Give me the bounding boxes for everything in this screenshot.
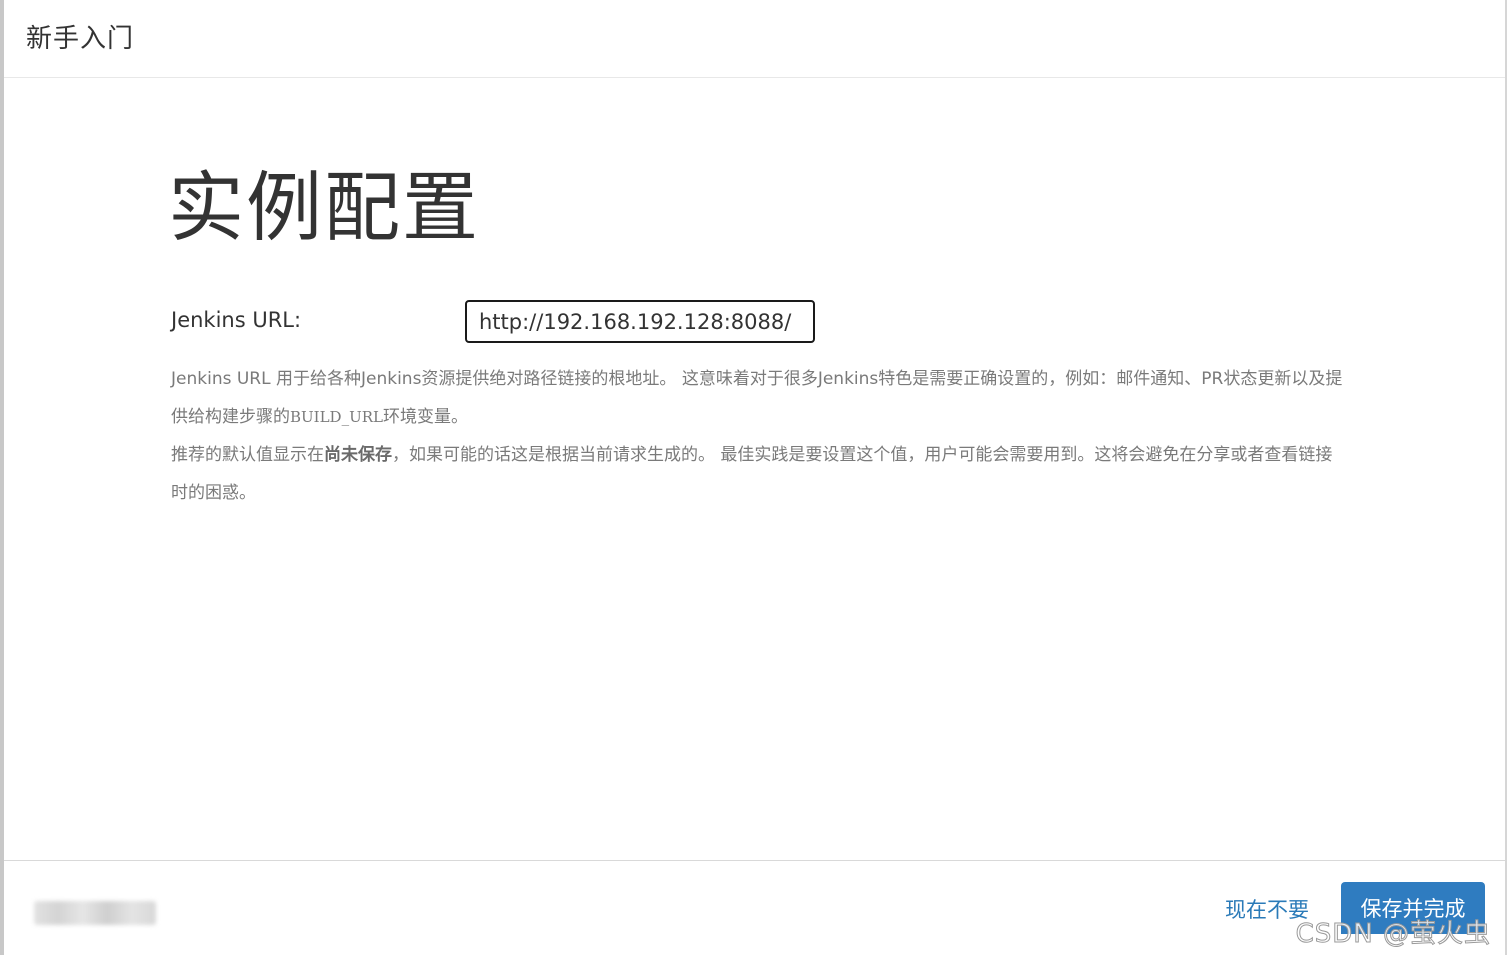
setup-wizard-dialog: 新手入门 实例配置 Jenkins URL: Jenkins URL 用于给各种… [0, 0, 1507, 955]
jenkins-url-label: Jenkins URL: [171, 308, 302, 332]
page-title: 实例配置 [168, 163, 480, 252]
jenkins-url-input[interactable] [465, 300, 815, 343]
help-paragraph-2: 推荐的默认值显示在尚未保存，如果可能的话这是根据当前请求生成的。 最佳实践是要设… [171, 445, 1333, 503]
csdn-watermark: CSDN @萤火虫 [1295, 919, 1491, 950]
dialog-footer: 现在不要 保存并完成 CSDN @萤火虫 [4, 860, 1505, 955]
help-paragraph-1: Jenkins URL 用于给各种Jenkins资源提供绝对路径链接的根地址。 … [171, 369, 1343, 427]
version-info-blurred [34, 901, 156, 925]
help-text: Jenkins URL 用于给各种Jenkins资源提供绝对路径链接的根地址。 … [171, 360, 1346, 512]
not-saved-emphasis: 尚未保存 [324, 445, 392, 465]
dialog-content: 实例配置 Jenkins URL: Jenkins URL 用于给各种Jenki… [4, 78, 1505, 860]
dialog-header: 新手入门 [4, 0, 1505, 78]
dialog-title: 新手入门 [26, 24, 135, 54]
build-url-code: BUILD_URL [290, 408, 383, 426]
